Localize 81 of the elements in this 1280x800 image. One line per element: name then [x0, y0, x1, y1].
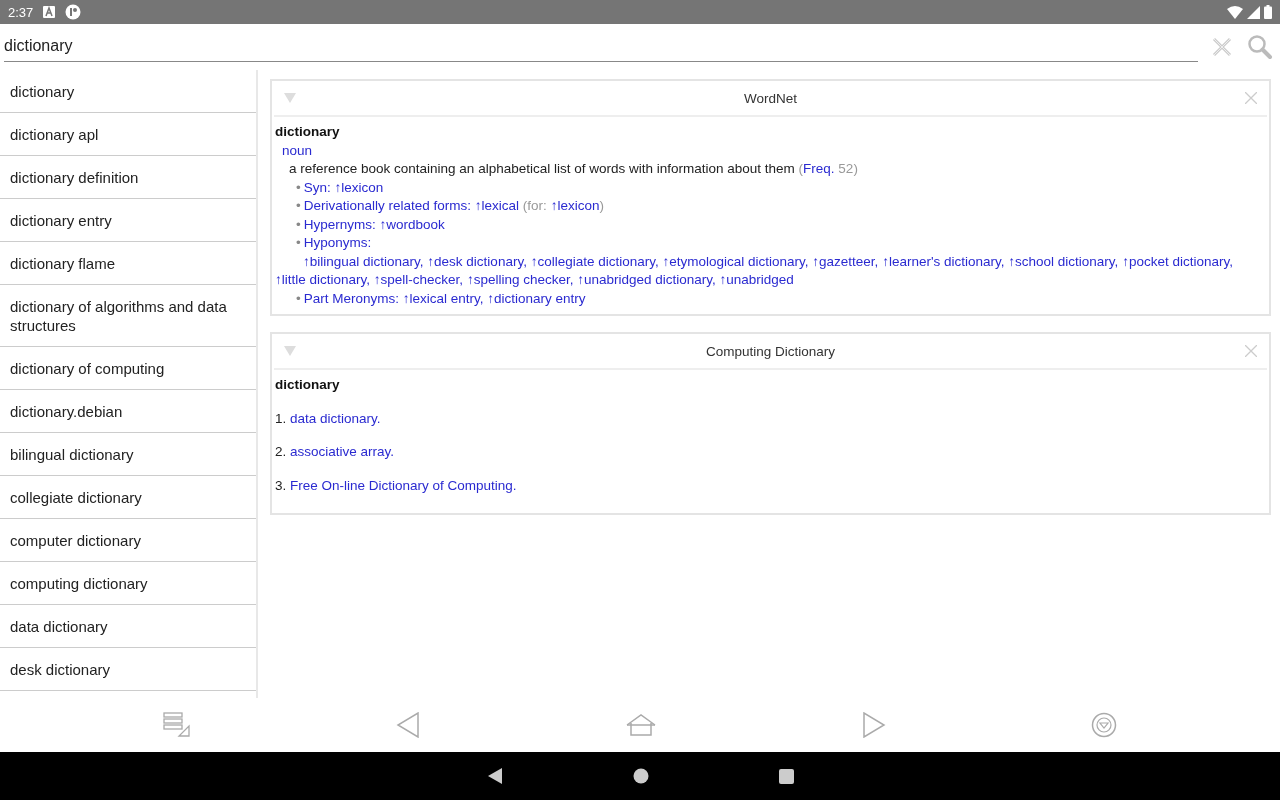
- frequency-bracket: (: [798, 161, 804, 176]
- bullet: •: [296, 290, 301, 306]
- note-text: ): [599, 198, 604, 213]
- bullet: •: [296, 179, 301, 195]
- word-list-item[interactable]: dictionary entry: [0, 199, 256, 242]
- system-back-button[interactable]: [486, 768, 503, 784]
- link[interactable]: ↑spell-checker,: [373, 272, 464, 287]
- link[interactable]: ↑lexicon: [334, 179, 384, 195]
- link[interactable]: ↑gazetteer,: [812, 253, 879, 269]
- link[interactable]: ↑lexical entry,: [402, 290, 484, 306]
- article-title: Computing Dictionary: [704, 343, 837, 359]
- link[interactable]: ↑wordbook: [379, 216, 445, 232]
- close-icon[interactable]: [1245, 92, 1257, 104]
- collapse-icon[interactable]: [284, 93, 296, 103]
- search-field[interactable]: dictionary: [4, 32, 1198, 62]
- link[interactable]: ↑unabridged: [719, 272, 794, 287]
- link[interactable]: ↑collegiate dictionary,: [530, 253, 659, 269]
- item-number: 3.: [275, 477, 288, 493]
- relation-label: Syn:: [303, 179, 331, 195]
- link[interactable]: ↑learner's dictionary,: [882, 253, 1005, 269]
- link[interactable]: ↑lexicon: [550, 198, 600, 213]
- close-icon[interactable]: [1245, 345, 1257, 357]
- notification-icon: [43, 6, 56, 18]
- search-button[interactable]: [1246, 33, 1274, 61]
- part-of-speech: noun: [281, 141, 313, 160]
- wifi-icon: [1227, 5, 1243, 19]
- relation-label: Hyponyms:: [303, 235, 372, 250]
- link[interactable]: ↑desk dictionary,: [427, 253, 527, 269]
- word-list-item[interactable]: dictionary of algorithms and data structures: [0, 285, 256, 347]
- headword: dictionary: [275, 123, 340, 141]
- bullet: •: [296, 235, 301, 250]
- word-list-item[interactable]: desk dictionary: [0, 648, 256, 691]
- item-number: 2.: [275, 444, 288, 459]
- status-time: 2:37: [8, 4, 34, 20]
- frequency-bracket: ): [853, 161, 858, 176]
- menu-button[interactable]: [1091, 712, 1118, 738]
- relation-label: Derivationally related forms:: [303, 198, 472, 213]
- word-list-item[interactable]: dictionary apl: [0, 113, 256, 156]
- link[interactable]: ↑spelling checker,: [466, 272, 574, 287]
- word-list-item[interactable]: computing dictionary: [0, 562, 256, 605]
- link[interactable]: ↑dictionary entry: [487, 290, 586, 306]
- word-list-item[interactable]: dictionary.debian: [0, 390, 256, 433]
- word-list-item[interactable]: bilingual dictionary: [0, 433, 256, 476]
- link[interactable]: ↑etymological dictionary,: [662, 253, 809, 269]
- notification-icon: [65, 4, 82, 20]
- link[interactable]: ↑pocket dictionary,: [1122, 253, 1233, 269]
- word-list-item[interactable]: dictionary of computing: [0, 347, 256, 390]
- link[interactable]: Free On-line Dictionary of Computing.: [290, 477, 517, 493]
- link[interactable]: associative array.: [290, 444, 395, 459]
- word-list-item[interactable]: dictionary: [0, 70, 256, 113]
- signal-icon: [1247, 5, 1260, 19]
- frequency-label: Freq.: [803, 161, 835, 176]
- back-button[interactable]: [396, 712, 421, 738]
- system-recents-button[interactable]: [778, 768, 794, 784]
- link[interactable]: ↑little dictionary,: [275, 272, 371, 287]
- note-text: (for:: [522, 198, 547, 213]
- definition: a reference book containing an alphabetical list of words with information about them: [289, 161, 795, 176]
- article-title: WordNet: [743, 90, 798, 106]
- battery-icon: [1264, 5, 1272, 19]
- word-list-item[interactable]: collegiate dictionary: [0, 476, 256, 519]
- word-list-item[interactable]: data dictionary: [0, 605, 256, 648]
- forward-button[interactable]: [861, 712, 886, 738]
- headword: dictionary: [275, 376, 340, 394]
- link[interactable]: data dictionary.: [290, 410, 381, 426]
- word-list-item[interactable]: computer dictionary: [0, 519, 256, 562]
- item-number: 1.: [275, 410, 288, 426]
- link[interactable]: ↑lexical: [474, 198, 520, 213]
- system-home-button[interactable]: [632, 768, 649, 784]
- home-button[interactable]: [626, 713, 656, 737]
- link[interactable]: ↑unabridged dictionary,: [577, 272, 716, 287]
- frequency-value: 52: [838, 161, 854, 176]
- word-list-item[interactable]: dictionary definition: [0, 156, 256, 199]
- relation-label: Part Meronyms:: [303, 290, 399, 306]
- relation-label: Hypernyms:: [303, 216, 376, 232]
- link[interactable]: ↑school dictionary,: [1008, 253, 1119, 269]
- history-button[interactable]: [162, 712, 191, 738]
- word-list-item[interactable]: dictionary flame: [0, 242, 256, 285]
- bullet: •: [296, 198, 301, 213]
- collapse-icon[interactable]: [284, 346, 296, 356]
- link[interactable]: ↑bilingual dictionary,: [303, 253, 424, 269]
- bullet: •: [296, 216, 301, 232]
